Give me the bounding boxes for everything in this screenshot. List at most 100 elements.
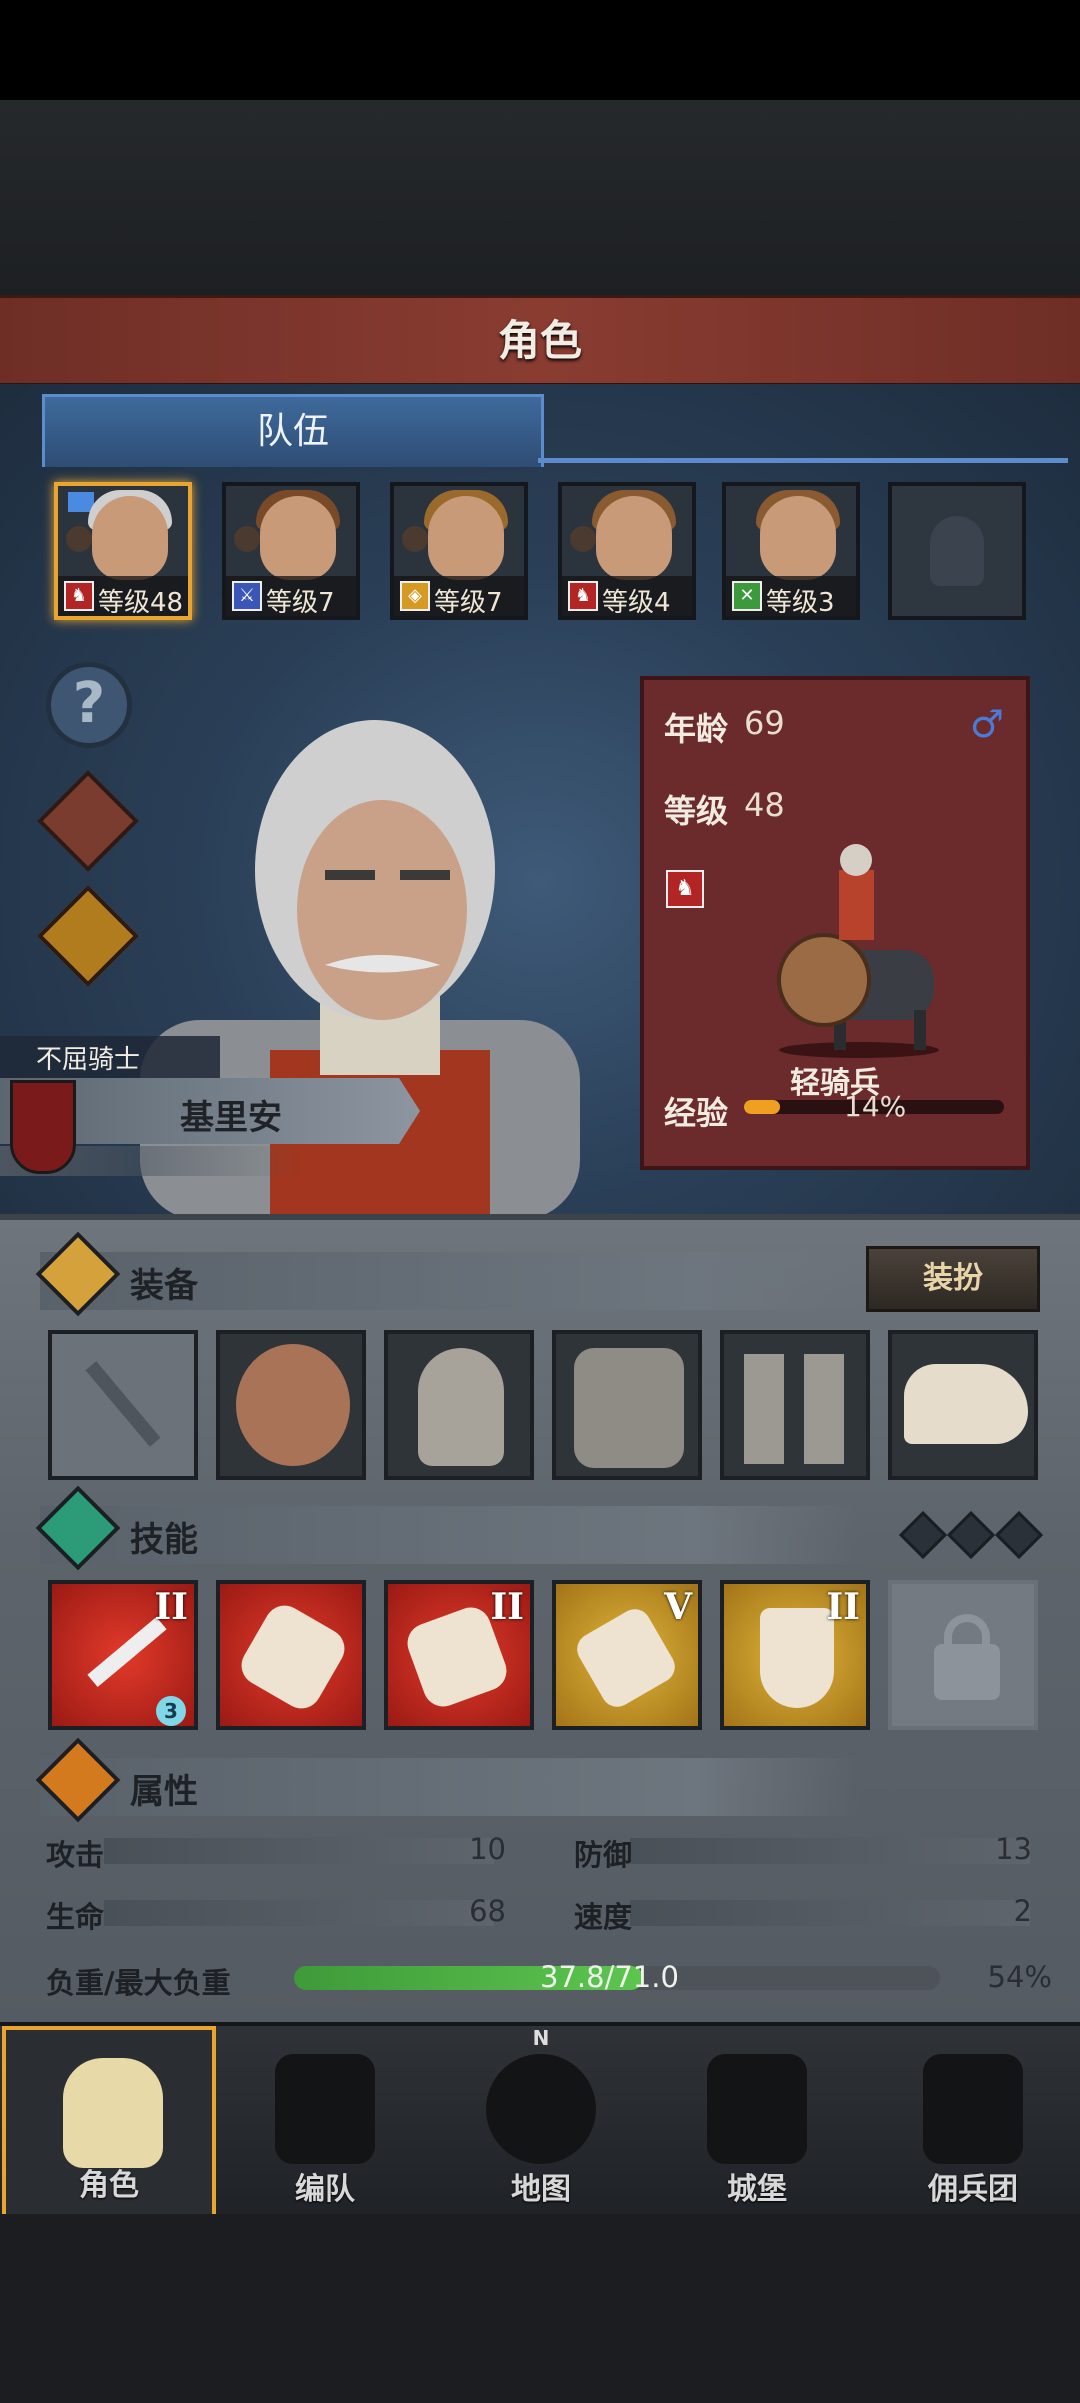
- title-bar: 角色: [0, 295, 1080, 387]
- cavalry-class-icon: ♞: [666, 870, 704, 908]
- troop-icon: [402, 526, 428, 552]
- party-slot-4[interactable]: ♞ 等级4: [558, 482, 696, 620]
- dress-button[interactable]: 装扮: [866, 1246, 1040, 1312]
- level-value: 48: [744, 786, 785, 824]
- skill-3[interactable]: II: [384, 1580, 534, 1730]
- attack-label: 攻击: [46, 1838, 105, 1872]
- shield-icon: [760, 1608, 834, 1708]
- portrait-face: [760, 496, 836, 580]
- status-area: [0, 0, 1080, 100]
- nav-formation[interactable]: 编队: [218, 2026, 432, 2218]
- level-strip: ✕ 等级3: [726, 576, 856, 616]
- crest-icon: [10, 1080, 76, 1174]
- xp-label: 经验: [664, 1094, 729, 1132]
- skill-rank: V: [664, 1586, 692, 1628]
- castle-icon: [707, 2054, 807, 2164]
- level-strip: ⚔ 等级7: [226, 576, 356, 616]
- speed-value: 2: [1013, 1894, 1032, 1928]
- skill-4[interactable]: V: [552, 1580, 702, 1730]
- party-slot-2[interactable]: ⚔ 等级7: [222, 482, 360, 620]
- chainmail-icon: [574, 1348, 684, 1468]
- skill-rank: II: [826, 1586, 860, 1628]
- helmet-icon: [418, 1348, 504, 1466]
- skill-1[interactable]: II 3: [48, 1580, 198, 1730]
- portrait-face: [596, 496, 672, 580]
- skill-locked[interactable]: [888, 1580, 1038, 1730]
- defense-label: 防御: [574, 1838, 633, 1872]
- attributes-header: 属性: [35, 1737, 860, 1823]
- padlock-shackle: [944, 1614, 990, 1660]
- level-label: 等级7: [434, 588, 503, 618]
- crossed-swords-icon: ✕: [732, 581, 762, 611]
- age-value: 69: [744, 704, 785, 742]
- banner-icon: [923, 2054, 1023, 2164]
- nav-label: 佣兵团: [928, 2172, 1018, 2207]
- round-shield-icon: [236, 1344, 350, 1466]
- hero-name: 基里安: [180, 1098, 282, 1138]
- nav-mercenary[interactable]: 佣兵团: [866, 2026, 1080, 2218]
- attributes-header-label: 属性: [130, 1772, 198, 1812]
- horn-icon: [904, 1364, 1028, 1444]
- equipment-header-label: 装备: [130, 1266, 198, 1306]
- party-slot-1[interactable]: ♞ 等级48: [54, 482, 192, 620]
- header-band: [0, 100, 1080, 295]
- party-slot-5[interactable]: ✕ 等级3: [722, 482, 860, 620]
- level-label: 等级7: [266, 588, 335, 618]
- skill-rank: II: [154, 1586, 188, 1628]
- helmet-slot[interactable]: [384, 1330, 534, 1480]
- nav-label: 地图: [511, 2172, 571, 2207]
- portrait-face: [260, 496, 336, 580]
- shield-bash-icon: [234, 1598, 352, 1716]
- party-slot-locked[interactable]: [888, 482, 1026, 620]
- hp-label: 生命: [46, 1900, 105, 1934]
- nav-castle[interactable]: 城堡: [650, 2026, 864, 2218]
- skills-header-label: 技能: [130, 1520, 198, 1560]
- age-label: 年龄: [664, 710, 729, 748]
- accessory-slot[interactable]: [888, 1330, 1038, 1480]
- party-slot-3[interactable]: ◈ 等级7: [390, 482, 528, 620]
- compass-north: N: [532, 2026, 550, 2050]
- nav-label: 城堡: [727, 2172, 787, 2207]
- troop-icon: [234, 526, 260, 552]
- load-value: 37.8/71.0: [540, 1960, 679, 1994]
- page-title: 角色: [497, 316, 582, 365]
- portrait-face: [428, 496, 504, 580]
- armor-slot[interactable]: [552, 1330, 702, 1480]
- skill-2[interactable]: [216, 1580, 366, 1730]
- skill-5[interactable]: II: [720, 1580, 870, 1730]
- level-label: 等级3: [766, 588, 835, 618]
- level-label: 等级: [664, 792, 729, 830]
- boots-icon: [744, 1354, 784, 1464]
- compass-icon: [486, 2054, 596, 2164]
- portrait-face: [92, 496, 168, 580]
- hero-info-panel: 年龄 69 ♂ 等级 48 ♞ 轻骑兵 经验 14%: [640, 676, 1030, 1170]
- boots-slot[interactable]: [720, 1330, 870, 1480]
- nav-label: 角色: [79, 2168, 139, 2203]
- shield-icon: ◈: [400, 581, 430, 611]
- level-strip: ◈ 等级7: [394, 576, 524, 616]
- unit-illustration: [777, 844, 939, 1058]
- weapon-slot[interactable]: [48, 1330, 198, 1480]
- tab-party[interactable]: 队伍: [42, 394, 544, 467]
- defense-value: 13: [995, 1832, 1032, 1866]
- nav-label: 编队: [295, 2172, 355, 2207]
- hero-portrait: [140, 720, 580, 1220]
- shield-slot[interactable]: [216, 1330, 366, 1480]
- load-label: 负重/最大负重: [46, 1966, 231, 2000]
- xp-percent: 14%: [844, 1090, 907, 1123]
- hp-bar: [104, 1900, 494, 1926]
- nav-character[interactable]: 角色: [2, 2026, 216, 2218]
- horse-icon: ♞: [568, 581, 598, 611]
- bottom-nav: 角色 编队 N 地图 城堡 佣兵团: [0, 2022, 1080, 2218]
- level-strip: ♞ 等级48: [58, 576, 188, 616]
- helmet-group-icon: [275, 2054, 375, 2164]
- boots-icon-right: [804, 1354, 844, 1464]
- hero-title-badge: 不屈骑士: [0, 1036, 220, 1078]
- equipment-header: 装备: [35, 1231, 860, 1317]
- level-label: 等级4: [602, 588, 671, 618]
- troop-icon: [570, 526, 596, 552]
- male-icon: ♂: [969, 702, 1004, 746]
- hp-value: 68: [469, 1894, 506, 1928]
- xp-bar-fill: [744, 1100, 781, 1114]
- nav-map[interactable]: N 地图: [434, 2026, 648, 2218]
